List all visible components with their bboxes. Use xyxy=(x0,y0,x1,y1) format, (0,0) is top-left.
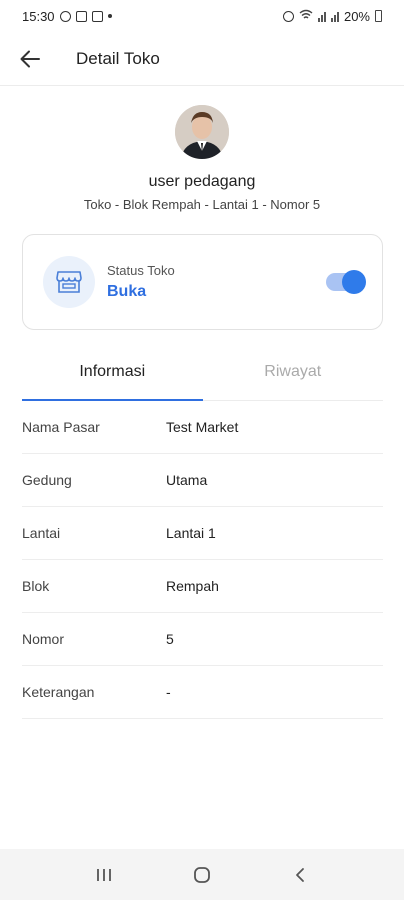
page-title: Detail Toko xyxy=(76,48,160,68)
info-value: Test Market xyxy=(166,419,239,435)
home-button[interactable] xyxy=(182,855,222,895)
status-bar: 15:30 20% xyxy=(0,0,404,32)
recent-apps-icon xyxy=(97,868,111,881)
signal-icon-2 xyxy=(330,11,339,22)
battery-text: 20% xyxy=(343,8,370,24)
tab-riwayat[interactable]: Riwayat xyxy=(203,344,384,400)
status-value: Buka xyxy=(107,283,147,300)
back-button[interactable] xyxy=(0,32,60,86)
battery-icon xyxy=(375,10,382,22)
recent-apps-button[interactable] xyxy=(84,855,124,895)
status-time: 15:30 xyxy=(22,8,55,24)
toggle-knob xyxy=(342,270,366,294)
info-value: Utama xyxy=(166,472,208,488)
signal-icon-1 xyxy=(317,11,326,22)
info-list: Nama Pasar Test Market Gedung Utama Lant… xyxy=(22,401,383,719)
gallery-icon xyxy=(75,10,87,22)
status-label: Status Toko xyxy=(107,263,175,278)
arrow-left-icon xyxy=(20,50,40,67)
info-row-blok: Blok Rempah xyxy=(22,560,383,613)
info-key: Keterangan xyxy=(22,684,95,700)
info-row-keterangan: Keterangan - xyxy=(22,666,383,719)
info-value: - xyxy=(166,684,171,700)
profile-section: user pedagang Toko - Blok Rempah - Lanta… xyxy=(0,105,404,212)
info-row-nomor: Nomor 5 xyxy=(22,613,383,666)
store-status-toggle[interactable] xyxy=(326,270,366,294)
info-row-gedung: Gedung Utama xyxy=(22,454,383,507)
home-icon xyxy=(194,866,210,883)
notification-icon xyxy=(91,10,103,22)
store-icon xyxy=(43,256,95,308)
whatsapp-icon xyxy=(59,10,71,22)
info-row-nama-pasar: Nama Pasar Test Market xyxy=(22,401,383,454)
tab-bar: Informasi Riwayat xyxy=(22,344,383,401)
wifi-icon xyxy=(299,9,313,24)
info-key: Gedung xyxy=(22,472,72,488)
info-key: Lantai xyxy=(22,525,61,541)
nav-back-button[interactable] xyxy=(280,855,320,895)
info-value: Rempah xyxy=(166,578,219,594)
info-key: Nama Pasar xyxy=(22,419,100,435)
info-value: Lantai 1 xyxy=(166,525,216,541)
tab-informasi[interactable]: Informasi xyxy=(22,344,203,401)
info-key: Blok xyxy=(22,578,50,594)
status-text: Status Toko Buka xyxy=(107,263,326,301)
avatar xyxy=(175,105,229,159)
alarm-icon xyxy=(282,10,294,22)
info-key: Nomor xyxy=(22,631,65,647)
info-value: 5 xyxy=(166,631,174,647)
back-icon xyxy=(296,867,304,882)
system-nav-bar xyxy=(0,849,404,900)
store-status-card: Status Toko Buka xyxy=(22,234,383,330)
status-bar-left: 15:30 xyxy=(22,9,112,24)
user-name: user pedagang xyxy=(148,173,256,190)
status-bar-right: 20% xyxy=(282,8,382,24)
more-notifications-icon xyxy=(107,14,112,18)
app-bar: Detail Toko xyxy=(0,32,404,86)
store-location: Toko - Blok Rempah - Lantai 1 - Nomor 5 xyxy=(83,197,321,212)
info-row-lantai: Lantai Lantai 1 xyxy=(22,507,383,560)
